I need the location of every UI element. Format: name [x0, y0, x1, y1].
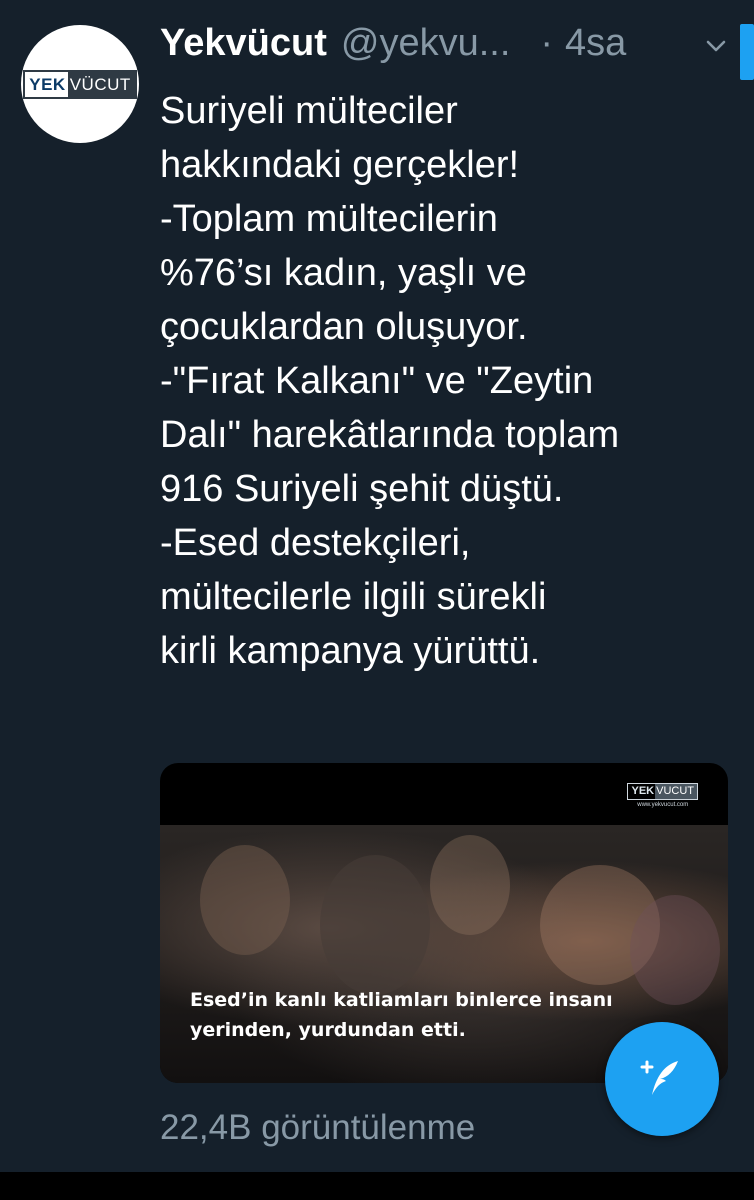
tweet-text-line: çocuklardan oluşuyor.	[160, 306, 528, 348]
author-name[interactable]: Yekvücut	[160, 22, 327, 65]
author-handle[interactable]: @yekvu...	[341, 22, 511, 65]
scrollbar[interactable]	[740, 24, 754, 80]
tweet-text-line: 916 Suriyeli şehit düştü.	[160, 468, 564, 510]
video-subtitle: Esed’in kanlı katliamları binlerce insan…	[190, 985, 690, 1045]
tweet-text-line: mültecilerle ilgili sürekli	[160, 576, 547, 618]
logo-part-yek: YEK	[29, 74, 66, 94]
tweet-text-line: %76’sı kadın, yaşlı ve	[160, 252, 527, 294]
tweet-text-line: hakkındaki gerçekler!	[160, 144, 520, 186]
tweet-text-line: Dalı" harekâtlarında toplam	[160, 414, 620, 456]
avatar[interactable]: YEK VÜCUT	[21, 25, 139, 143]
timestamp[interactable]: 4sa	[565, 22, 626, 65]
separator-dot: ·	[540, 22, 554, 64]
view-count: 22,4B görüntülenme	[160, 1108, 476, 1147]
tweet-text-line: -Esed destekçileri,	[160, 522, 471, 564]
watermark-url: www.yekvucut.com	[637, 802, 689, 808]
chevron-down-icon[interactable]	[702, 32, 730, 60]
system-nav-bar	[0, 1172, 754, 1200]
tweet-text-line: -Toplam mültecilerin	[160, 198, 498, 240]
compose-tweet-button[interactable]	[605, 1022, 719, 1136]
tweet-text: Suriyeli mülteciler hakkındaki gerçekler…	[160, 84, 744, 678]
logo-part-vucut: VÜCUT	[67, 71, 135, 97]
watermark-part-vucut: VUCUT	[655, 784, 697, 799]
video-watermark: YEK VUCUT www.yekvucut.com	[627, 781, 698, 808]
tweet-text-line: Suriyeli mülteciler	[160, 90, 458, 132]
tweet-text-line: kirli kampanya yürüttü.	[160, 630, 541, 672]
watermark-part-yek: YEK	[631, 785, 655, 797]
compose-tweet-icon	[640, 1060, 678, 1095]
subtitle-line: yerinden, yurdundan etti.	[190, 1019, 466, 1041]
tweet-text-line: -"Fırat Kalkanı" ve "Zeytin	[160, 360, 594, 402]
yekvucut-logo: YEK VÜCUT	[23, 69, 137, 99]
tweet-header: Yekvücut @yekvu... · 4sa	[160, 22, 740, 72]
subtitle-line: Esed’in kanlı katliamları binlerce insan…	[190, 989, 613, 1011]
